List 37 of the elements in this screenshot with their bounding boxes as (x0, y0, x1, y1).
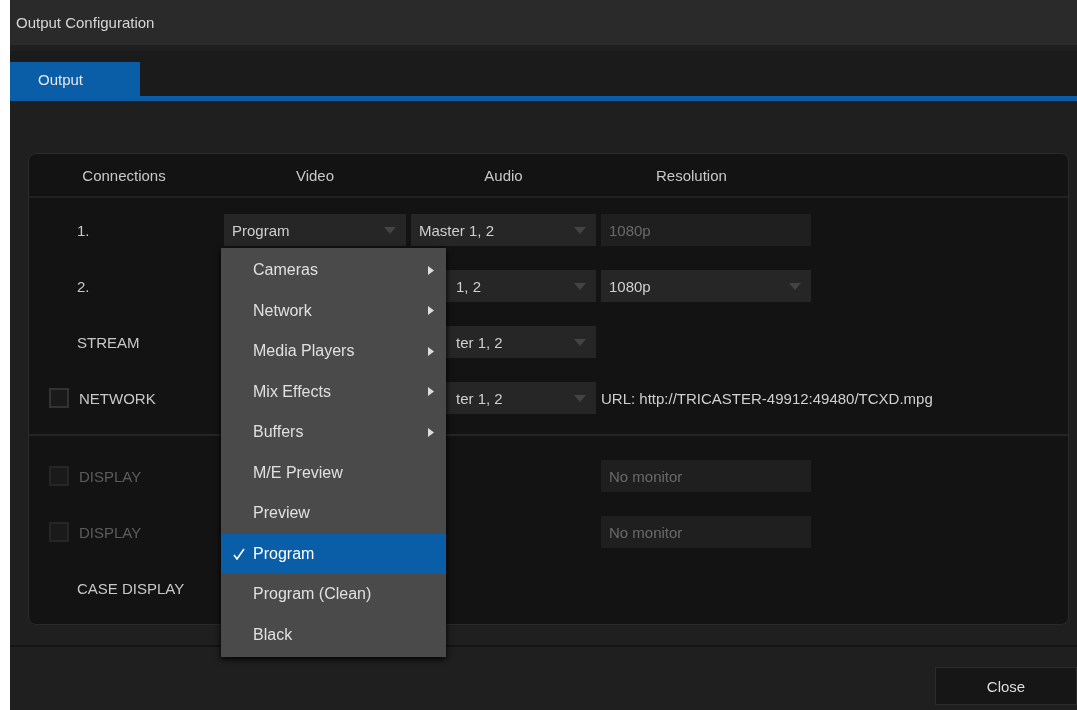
connection-label: STREAM (76, 333, 140, 351)
window-title: Output Configuration (16, 14, 155, 31)
caret-icon (789, 282, 801, 290)
caret-icon (574, 282, 586, 290)
column-header: Resolution (655, 166, 728, 184)
menu-item[interactable]: Preview (221, 493, 446, 534)
column-header: Video (294, 166, 336, 184)
submenu-arrow-icon (428, 427, 434, 437)
submenu-arrow-icon (428, 346, 434, 356)
connection-label: DISPLAY (79, 523, 142, 541)
menu-item[interactable]: Program (221, 533, 446, 574)
url-text: URL: http://TRICASTER-49912:49480/TCXD.mpg (601, 389, 933, 407)
submenu-arrow-icon (428, 265, 434, 275)
submenu-arrow-icon (428, 306, 434, 316)
column-header: Connections (81, 166, 167, 184)
menu-item[interactable]: Program (Clean) (221, 574, 446, 615)
caret-icon (384, 226, 396, 234)
tab[interactable]: Output (10, 62, 140, 96)
connection-label: DISPLAY (79, 467, 142, 485)
checkmark-icon (233, 547, 245, 560)
checkbox[interactable] (49, 388, 69, 408)
connection-label: 1. (76, 221, 90, 239)
caret-icon (574, 394, 586, 402)
connection-label: NETWORK (79, 389, 156, 407)
caret-icon (574, 338, 586, 346)
menu-item[interactable]: M/E Preview (221, 452, 446, 493)
column-header: Audio (483, 166, 524, 184)
menu-item[interactable]: Buffers (221, 412, 446, 453)
resolution-dropdown[interactable]: 1080p (601, 270, 811, 302)
menu-item[interactable]: Black (221, 614, 446, 655)
close-button[interactable]: Close (935, 667, 1077, 705)
connection-label: 2. (76, 277, 90, 295)
submenu-arrow-icon (428, 387, 434, 397)
audio-dropdown[interactable]: Master 1, 2 (411, 214, 596, 246)
connection-label: CASE DISPLAY (76, 579, 185, 597)
caret-icon (574, 226, 586, 234)
video-dropdown[interactable]: Program (224, 214, 406, 246)
